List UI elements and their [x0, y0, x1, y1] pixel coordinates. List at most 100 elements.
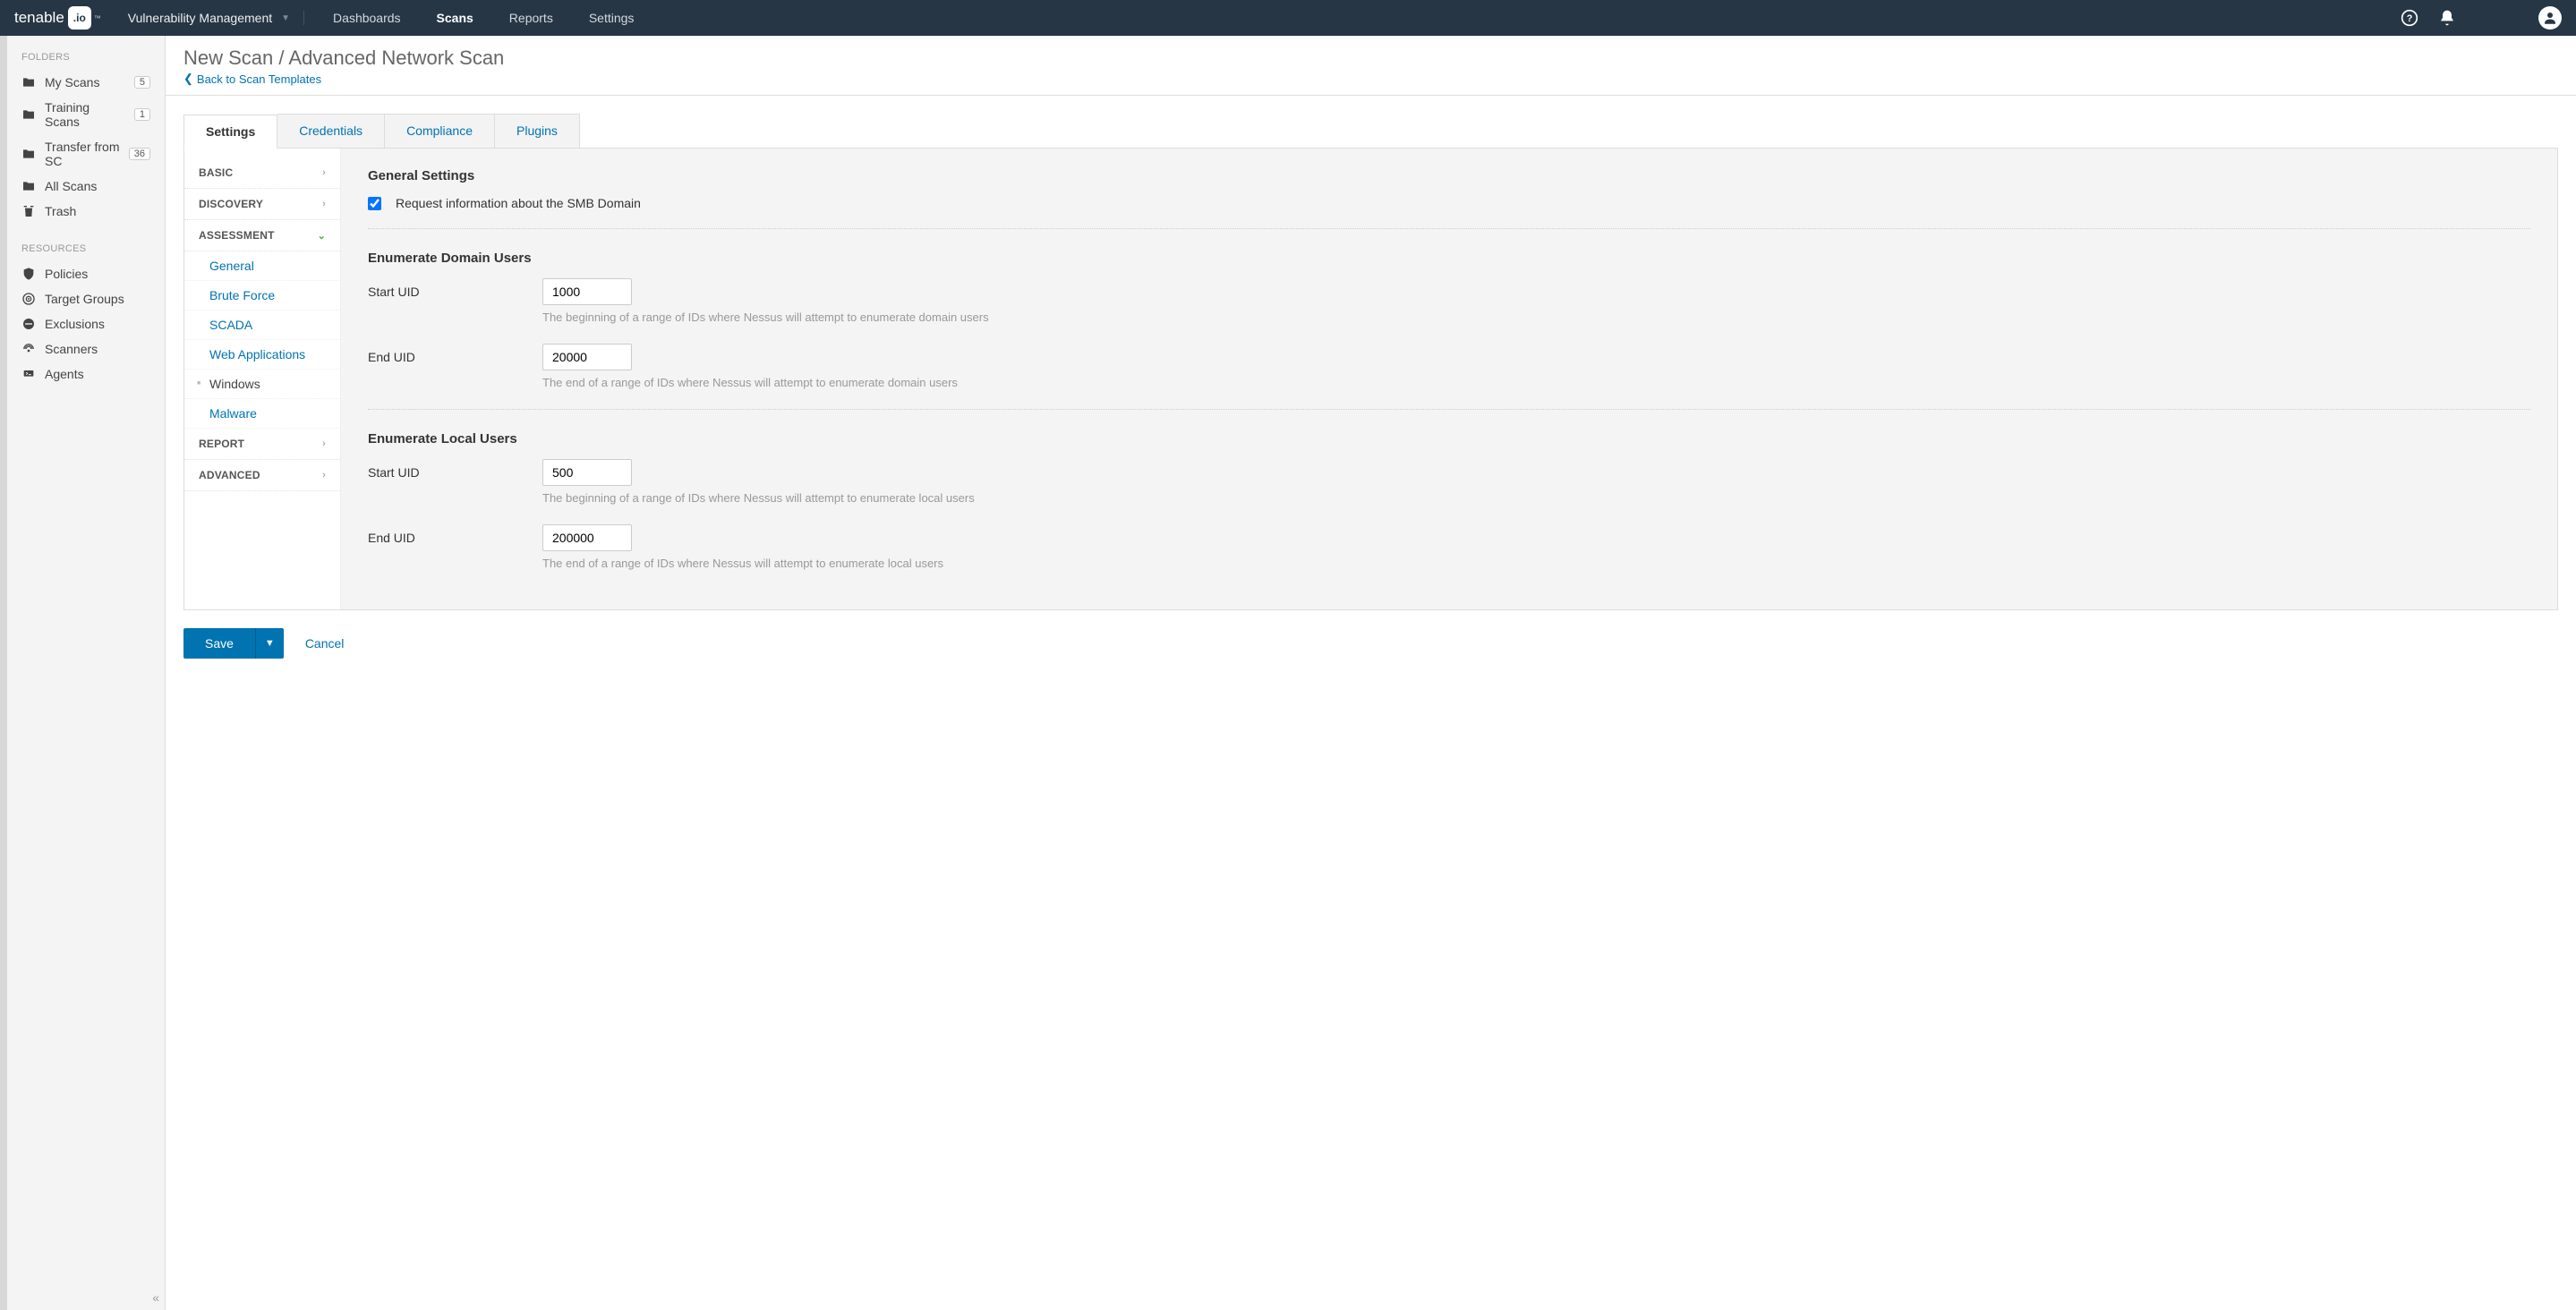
chevron-down-icon: ⌄ — [318, 230, 326, 242]
domain-start-uid-row: Start UID — [368, 278, 2530, 305]
chevron-left-icon: ❮ — [183, 72, 193, 86]
settings-sub-web-applications[interactable]: Web Applications — [184, 340, 340, 370]
local-end-uid-help: The end of a range of IDs where Nessus w… — [542, 557, 2530, 570]
cancel-button[interactable]: Cancel — [305, 636, 345, 651]
end-uid-label: End UID — [368, 350, 542, 364]
settings-cat-label: BASIC — [199, 166, 233, 179]
settings-cat-advanced[interactable]: ADVANCED › — [184, 460, 340, 491]
sidebar-item-agents[interactable]: Agents — [7, 362, 165, 387]
sidebar-item-label: Scanners — [45, 342, 150, 356]
chevron-right-icon: › — [322, 167, 326, 178]
main-layout: FOLDERS My Scans 5 Training Scans 1 Tran… — [0, 36, 2576, 1310]
save-dropdown-button[interactable]: ▼ — [255, 628, 284, 659]
nav-scans[interactable]: Scans — [419, 0, 491, 36]
sidebar-item-trash[interactable]: Trash — [7, 199, 165, 224]
user-avatar[interactable] — [2538, 6, 2562, 30]
target-icon — [21, 292, 36, 306]
save-button[interactable]: Save — [183, 628, 255, 659]
settings-sub-windows[interactable]: Windows — [184, 370, 340, 399]
folder-icon — [21, 179, 36, 193]
sidebar-item-scanners[interactable]: Scanners — [7, 336, 165, 362]
sidebar-collapse-button[interactable]: « — [152, 1290, 159, 1305]
divider — [368, 228, 2530, 229]
help-icon[interactable]: ? — [2401, 9, 2418, 27]
topbar-right: ? — [2401, 6, 2562, 30]
sidebar-item-label: Trash — [45, 204, 150, 218]
tab-compliance[interactable]: Compliance — [385, 114, 495, 148]
settings-sub-brute-force[interactable]: Brute Force — [184, 281, 340, 310]
settings-sub-malware[interactable]: Malware — [184, 399, 340, 429]
local-end-uid-input[interactable] — [542, 524, 632, 551]
nav-reports[interactable]: Reports — [491, 0, 571, 36]
end-uid-label: End UID — [368, 531, 542, 545]
person-icon — [2542, 10, 2558, 26]
settings-categories-nav: BASIC › DISCOVERY › ASSESSMENT ⌄ General… — [184, 149, 341, 609]
sidebar-item-target-groups[interactable]: Target Groups — [7, 286, 165, 311]
sidebar-item-transfer-from-sc[interactable]: Transfer from SC 36 — [7, 134, 165, 174]
settings-cat-label: REPORT — [199, 438, 244, 450]
brand-badge-icon — [68, 6, 91, 30]
resources-heading: RESOURCES — [7, 243, 165, 261]
tab-plugins[interactable]: Plugins — [495, 114, 580, 148]
enumerate-domain-title: Enumerate Domain Users — [368, 251, 2530, 266]
sidebar-item-count: 1 — [134, 108, 150, 121]
settings-cat-basic[interactable]: BASIC › — [184, 157, 340, 189]
smb-domain-row: Request information about the SMB Domain — [368, 196, 2530, 210]
settings-cat-report[interactable]: REPORT › — [184, 429, 340, 460]
smb-domain-checkbox[interactable] — [368, 197, 381, 210]
left-sidebar: FOLDERS My Scans 5 Training Scans 1 Tran… — [0, 36, 166, 1310]
sidebar-item-label: Target Groups — [45, 292, 150, 306]
enumerate-local-title: Enumerate Local Users — [368, 431, 2530, 447]
brand-trademark: ™ — [94, 14, 101, 22]
divider — [368, 409, 2530, 410]
bell-icon[interactable] — [2438, 9, 2456, 27]
settings-sub-scada[interactable]: SCADA — [184, 310, 340, 340]
app-switcher[interactable]: Vulnerability Management ▼ — [128, 11, 304, 25]
tab-credentials[interactable]: Credentials — [277, 114, 385, 148]
domain-end-uid-row: End UID — [368, 344, 2530, 370]
sidebar-item-label: My Scans — [45, 75, 125, 89]
domain-start-uid-help: The beginning of a range of IDs where Ne… — [542, 310, 2530, 324]
settings-sub-general[interactable]: General — [184, 251, 340, 281]
top-navigation-bar: tenable ™ Vulnerability Management ▼ Das… — [0, 0, 2576, 36]
tabs-row: Settings Credentials Compliance Plugins — [166, 96, 2576, 148]
tab-settings[interactable]: Settings — [183, 115, 277, 149]
nav-dashboards[interactable]: Dashboards — [315, 0, 419, 36]
folder-icon — [21, 147, 36, 161]
settings-cat-label: ADVANCED — [199, 469, 260, 481]
settings-cat-discovery[interactable]: DISCOVERY › — [184, 189, 340, 220]
domain-end-uid-help: The end of a range of IDs where Nessus w… — [542, 376, 2530, 389]
domain-end-uid-input[interactable] — [542, 344, 632, 370]
svg-text:?: ? — [2407, 13, 2413, 24]
shield-icon — [21, 267, 36, 281]
sidebar-item-my-scans[interactable]: My Scans 5 — [7, 70, 165, 95]
brand-logo[interactable]: tenable ™ — [14, 6, 101, 30]
sidebar-item-label: All Scans — [45, 179, 150, 193]
sidebar-item-policies[interactable]: Policies — [7, 261, 165, 286]
back-to-templates-link[interactable]: ❮ Back to Scan Templates — [183, 72, 321, 86]
nav-settings[interactable]: Settings — [571, 0, 653, 36]
bottom-actions: Save ▼ Cancel — [166, 610, 2576, 676]
scanner-icon — [21, 342, 36, 356]
folder-icon — [21, 107, 36, 122]
page-title: New Scan / Advanced Network Scan — [183, 47, 2558, 70]
smb-domain-label: Request information about the SMB Domain — [396, 196, 641, 210]
sidebar-item-all-scans[interactable]: All Scans — [7, 174, 165, 199]
chevron-right-icon: › — [322, 438, 326, 449]
chevron-right-icon: › — [322, 199, 326, 209]
domain-start-uid-input[interactable] — [542, 278, 632, 305]
agent-icon — [21, 367, 36, 381]
main-content: New Scan / Advanced Network Scan ❮ Back … — [166, 36, 2576, 1310]
settings-cat-label: DISCOVERY — [199, 198, 263, 210]
sidebar-item-label: Transfer from SC — [45, 140, 120, 168]
settings-cat-assessment[interactable]: ASSESSMENT ⌄ — [184, 220, 340, 251]
local-start-uid-input[interactable] — [542, 459, 632, 486]
start-uid-label: Start UID — [368, 465, 542, 480]
sidebar-item-exclusions[interactable]: Exclusions — [7, 311, 165, 336]
sidebar-item-label: Exclusions — [45, 317, 150, 331]
brand-name: tenable — [14, 9, 64, 27]
form-area: General Settings Request information abo… — [341, 149, 2557, 609]
save-button-group: Save ▼ — [183, 628, 284, 659]
sidebar-item-training-scans[interactable]: Training Scans 1 — [7, 95, 165, 134]
back-link-label: Back to Scan Templates — [197, 72, 321, 86]
